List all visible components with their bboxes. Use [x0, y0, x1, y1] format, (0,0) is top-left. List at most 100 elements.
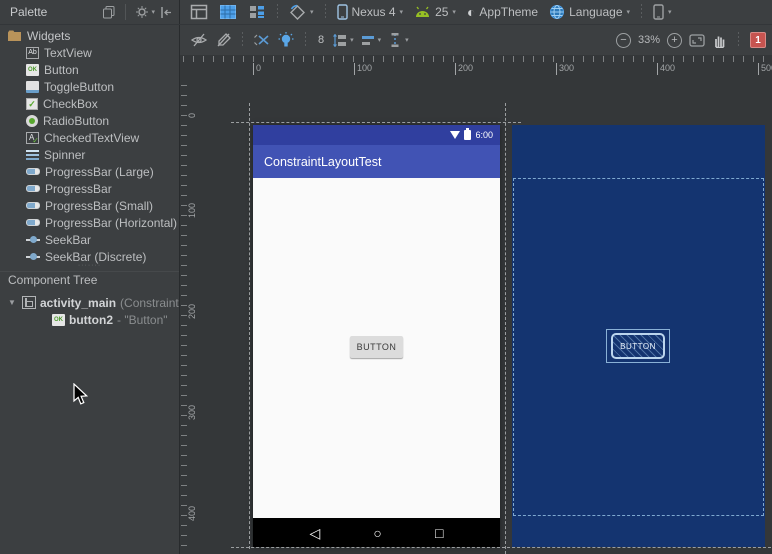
ruler-label: 0 — [187, 113, 198, 118]
palette-panel-title: Palette — [10, 5, 47, 19]
palette-item-togglebutton[interactable]: ToggleButton — [0, 78, 179, 95]
blueprint-button-widget[interactable]: BUTTON — [611, 333, 665, 359]
split-mode-button[interactable] — [244, 1, 270, 23]
palette-widget-list: Widgets Ab TextView OK Button ToggleButt… — [0, 25, 179, 265]
orientation-selector[interactable]: ▾ — [285, 2, 318, 23]
palette-item-seekbar[interactable]: SeekBar — [0, 231, 179, 248]
textview-icon: Ab — [26, 47, 39, 59]
android-icon — [414, 6, 431, 19]
guidelines-menu[interactable]: ▾ — [387, 32, 409, 48]
blueprint-view[interactable]: BUTTON — [512, 125, 765, 547]
layout-editor-toolbar: 8 ▾ ▾ ▾ − 33% + — [180, 25, 772, 55]
design-canvas: 8 ▾ ▾ ▾ − 33% + — [180, 25, 772, 554]
vertical-ruler — [181, 85, 187, 554]
globe-icon — [549, 4, 565, 20]
palette-item-checkedtextview[interactable]: A✓ CheckedTextView — [0, 129, 179, 146]
api-level-label: 25 — [435, 5, 448, 19]
tree-row-button2[interactable]: OK button2 - "Button" — [0, 311, 179, 328]
ruler-label: 100 — [354, 63, 372, 75]
theme-icon: ◐ — [467, 5, 475, 19]
api-level-selector[interactable]: 25 ▾ — [410, 3, 460, 21]
expand-arrow-icon[interactable]: ▼ — [8, 298, 18, 307]
phone-icon — [653, 4, 664, 20]
palette-item-progressbar-large[interactable]: ProgressBar (Large) — [0, 163, 179, 180]
dock-panel-icon[interactable] — [160, 6, 173, 19]
palette-item-spinner[interactable]: Spinner — [0, 146, 179, 163]
locale-label: Language — [569, 5, 622, 19]
palette-item-button[interactable]: OK Button — [0, 61, 179, 78]
device-label: Nexus 4 — [352, 5, 396, 19]
zoom-to-fit-button[interactable] — [689, 34, 705, 47]
back-icon: ◁ — [310, 526, 321, 540]
gear-icon — [135, 5, 149, 19]
locale-selector[interactable]: Language ▾ — [545, 2, 634, 22]
virtual-device-menu[interactable]: ▾ — [649, 2, 676, 22]
palette-item-textview[interactable]: Ab TextView — [0, 44, 179, 61]
copy-icon[interactable] — [102, 5, 116, 19]
chevron-down-icon: ▾ — [350, 36, 354, 44]
autoconnect-toggle[interactable] — [214, 32, 232, 48]
recents-icon: □ — [435, 526, 443, 540]
radiobutton-icon — [26, 115, 38, 127]
progressbar-icon — [26, 202, 40, 209]
guideline-icon — [387, 32, 403, 48]
chevron-down-icon: ▾ — [378, 36, 382, 44]
chevron-down-icon: ▾ — [310, 8, 314, 16]
ruler-label: 400 — [657, 63, 675, 75]
device-selector[interactable]: Nexus 4 ▾ — [333, 2, 408, 22]
selection-guide-right — [505, 103, 506, 554]
palette-settings-button[interactable]: ▾ — [135, 5, 155, 19]
design-view[interactable]: 6:00 ConstraintLayoutTest BUTTON ◁ ○ □ — [253, 125, 500, 547]
android-studio-layout-editor: Palette ▾ — [0, 0, 772, 554]
tree-row-activity-main[interactable]: ▼ activity_main (ConstraintLayout) — [0, 294, 179, 311]
design-mode-button[interactable] — [186, 1, 212, 23]
palette-group-widgets[interactable]: Widgets — [0, 27, 179, 44]
palette-header: Palette ▾ — [0, 0, 180, 24]
wifi-icon — [450, 131, 460, 139]
infer-constraints-button[interactable] — [277, 32, 295, 49]
seekbar-icon — [26, 252, 40, 261]
ruler-label: 300 — [556, 63, 574, 75]
button-icon: OK — [52, 314, 65, 326]
pack-menu[interactable]: ▾ — [332, 33, 354, 48]
togglebutton-icon — [26, 81, 39, 93]
battery-icon — [464, 130, 471, 140]
panel-splitter[interactable]: ······· — [0, 265, 179, 271]
ruler-label: 500 — [758, 63, 772, 75]
default-margin-button[interactable]: 8 — [316, 34, 326, 46]
blueprint-mode-button[interactable] — [215, 1, 241, 23]
chevron-down-icon: ▾ — [627, 8, 631, 16]
top-toolbar: Palette ▾ — [0, 0, 772, 25]
design-toolbar: ▾ Nexus 4 ▾ 25 ▾ ◐ AppTheme Language ▾ — [180, 0, 772, 24]
selection-guide-bottom — [231, 547, 771, 548]
phone-icon — [337, 4, 348, 20]
design-button-widget[interactable]: BUTTON — [350, 336, 403, 358]
palette-item-progressbar-small[interactable]: ProgressBar (Small) — [0, 197, 179, 214]
show-constraints-toggle[interactable] — [190, 32, 208, 48]
palette-item-progressbar-horizontal[interactable]: ProgressBar (Horizontal) — [0, 214, 179, 231]
pack-icon — [332, 33, 348, 48]
palette-item-radiobutton[interactable]: RadioButton — [0, 112, 179, 129]
mouse-cursor — [73, 383, 90, 407]
spinner-icon — [26, 150, 39, 160]
theme-selector[interactable]: ◐ AppTheme — [463, 3, 542, 21]
palette-item-progressbar[interactable]: ProgressBar — [0, 180, 179, 197]
ruler-label: 200 — [455, 63, 473, 75]
align-menu[interactable]: ▾ — [360, 33, 382, 48]
progressbar-icon — [26, 168, 40, 175]
pan-tool-icon[interactable] — [712, 33, 727, 48]
app-bar: ConstraintLayoutTest — [253, 145, 500, 178]
blueprint-button-selection[interactable]: BUTTON — [606, 329, 670, 363]
palette-item-checkbox[interactable]: ✓ CheckBox — [0, 95, 179, 112]
clear-constraints-button[interactable] — [253, 32, 271, 48]
zoom-out-button[interactable]: − — [616, 33, 631, 48]
layout-stage: 0 100 200 300 400 500 0 100 200 300 400 … — [180, 55, 772, 554]
error-count-badge[interactable]: 1 — [750, 32, 766, 48]
app-title: ConstraintLayoutTest — [264, 155, 381, 169]
rotate-device-icon — [289, 4, 306, 21]
selection-guide-top — [231, 122, 521, 123]
component-tree-title: Component Tree — [0, 271, 179, 289]
chevron-down-icon: ▾ — [405, 36, 409, 44]
ruler-label: 200 — [187, 304, 198, 319]
zoom-in-button[interactable]: + — [667, 33, 682, 48]
